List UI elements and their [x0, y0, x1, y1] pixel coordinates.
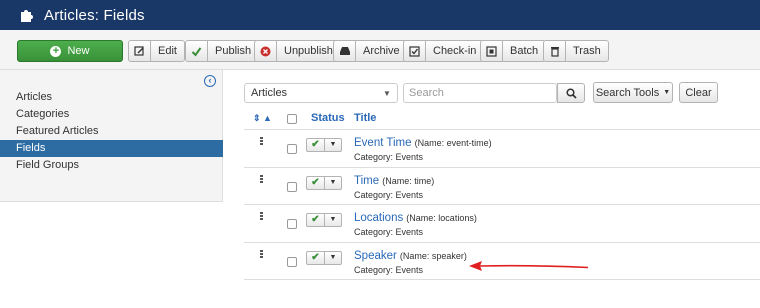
field-category: Category: Events	[354, 265, 424, 275]
search-tools-button[interactable]: Search Tools ▼	[593, 82, 673, 103]
unpublish-icon	[255, 41, 277, 61]
check-icon: ✔	[307, 214, 325, 226]
drag-handle-icon[interactable]	[260, 137, 263, 146]
field-name: (Name: time)	[382, 176, 435, 186]
field-name: (Name: locations)	[406, 213, 477, 223]
field-name: (Name: speaker)	[399, 251, 467, 261]
puzzle-icon	[21, 10, 33, 22]
row-checkbox[interactable]	[287, 144, 297, 154]
archive-button[interactable]: Archive	[333, 40, 408, 62]
checkin-button[interactable]: Check-in	[403, 40, 485, 62]
clear-button[interactable]: Clear	[679, 82, 718, 103]
field-category: Category: Events	[354, 152, 424, 162]
check-icon: ✔	[307, 252, 325, 264]
status-column-header[interactable]: Status	[311, 112, 345, 124]
field-title-link[interactable]: Time	[354, 175, 379, 187]
publish-button[interactable]: Publish	[185, 40, 260, 62]
table-row: ✔ ▼ Locations (Name: locations) Category:…	[244, 204, 760, 242]
sidebar-item-articles[interactable]: Articles	[0, 89, 223, 106]
caret-down-icon: ▼	[663, 89, 671, 96]
collapse-sidebar-icon[interactable]: ‹	[204, 75, 216, 87]
chevron-down-icon: ▼	[329, 179, 337, 186]
search-button[interactable]	[557, 83, 585, 103]
new-button[interactable]: + New	[17, 40, 123, 62]
field-name: (Name: event-time)	[414, 138, 492, 148]
field-title-link[interactable]: Locations	[354, 212, 403, 224]
select-all-checkbox[interactable]	[287, 114, 297, 124]
table-row: ✔ ▼ Time (Name: time) Category: Events	[244, 167, 760, 205]
sidebar-item-categories[interactable]: Categories	[0, 106, 223, 123]
sidebar-item-field-groups[interactable]: Field Groups	[0, 157, 223, 174]
toolbar: + New Edit Publish Unpublish Archive Che…	[0, 30, 760, 70]
chevron-down-icon: ▼	[383, 88, 391, 98]
check-icon: ✔	[307, 177, 325, 189]
app-header: Articles: Fields	[0, 0, 760, 30]
unpublish-button[interactable]: Unpublish	[254, 40, 341, 62]
drag-handle-icon[interactable]	[260, 175, 263, 184]
trash-button[interactable]: Trash	[543, 40, 609, 62]
check-icon: ✔	[307, 139, 325, 151]
page-title: Articles: Fields	[44, 6, 145, 24]
batch-icon	[481, 41, 503, 61]
annotation-arrow-icon	[469, 261, 589, 271]
ordering-sort-icon[interactable]: ⇕ ▲	[253, 113, 272, 124]
trash-icon	[544, 41, 566, 61]
status-toggle[interactable]: ✔ ▼	[306, 138, 342, 152]
drag-handle-icon[interactable]	[260, 250, 263, 259]
drag-handle-icon[interactable]	[260, 212, 263, 221]
search-icon	[565, 87, 577, 99]
row-checkbox[interactable]	[287, 257, 297, 267]
checkin-icon	[404, 41, 426, 61]
row-checkbox[interactable]	[287, 182, 297, 192]
field-title-link[interactable]: Event Time	[354, 137, 412, 149]
edit-icon	[129, 41, 151, 61]
field-category: Category: Events	[354, 190, 424, 200]
sidebar-item-fields[interactable]: Fields	[0, 140, 223, 157]
title-column-header[interactable]: Title	[354, 112, 376, 124]
edit-button[interactable]: Edit	[128, 40, 185, 62]
search-input[interactable]: Search	[403, 83, 557, 103]
row-checkbox[interactable]	[287, 219, 297, 229]
chevron-down-icon: ▼	[329, 141, 337, 148]
table-row: ✔ ▼ Event Time (Name: event-time) Categor…	[244, 129, 760, 167]
chevron-down-icon: ▼	[329, 216, 337, 223]
status-toggle[interactable]: ✔ ▼	[306, 213, 342, 227]
field-category: Category: Events	[354, 227, 424, 237]
sidebar: ‹ Articles Categories Featured Articles …	[0, 70, 223, 202]
status-toggle[interactable]: ✔ ▼	[306, 251, 342, 265]
check-icon	[186, 41, 208, 61]
chevron-down-icon: ▼	[329, 254, 337, 261]
batch-button[interactable]: Batch	[480, 40, 547, 62]
archive-icon	[334, 41, 356, 61]
field-title-link[interactable]: Speaker	[354, 250, 397, 262]
sidebar-item-featured-articles[interactable]: Featured Articles	[0, 123, 223, 140]
plus-icon: +	[50, 45, 62, 57]
context-select[interactable]: Articles ▼	[244, 83, 398, 103]
status-toggle[interactable]: ✔ ▼	[306, 176, 342, 190]
